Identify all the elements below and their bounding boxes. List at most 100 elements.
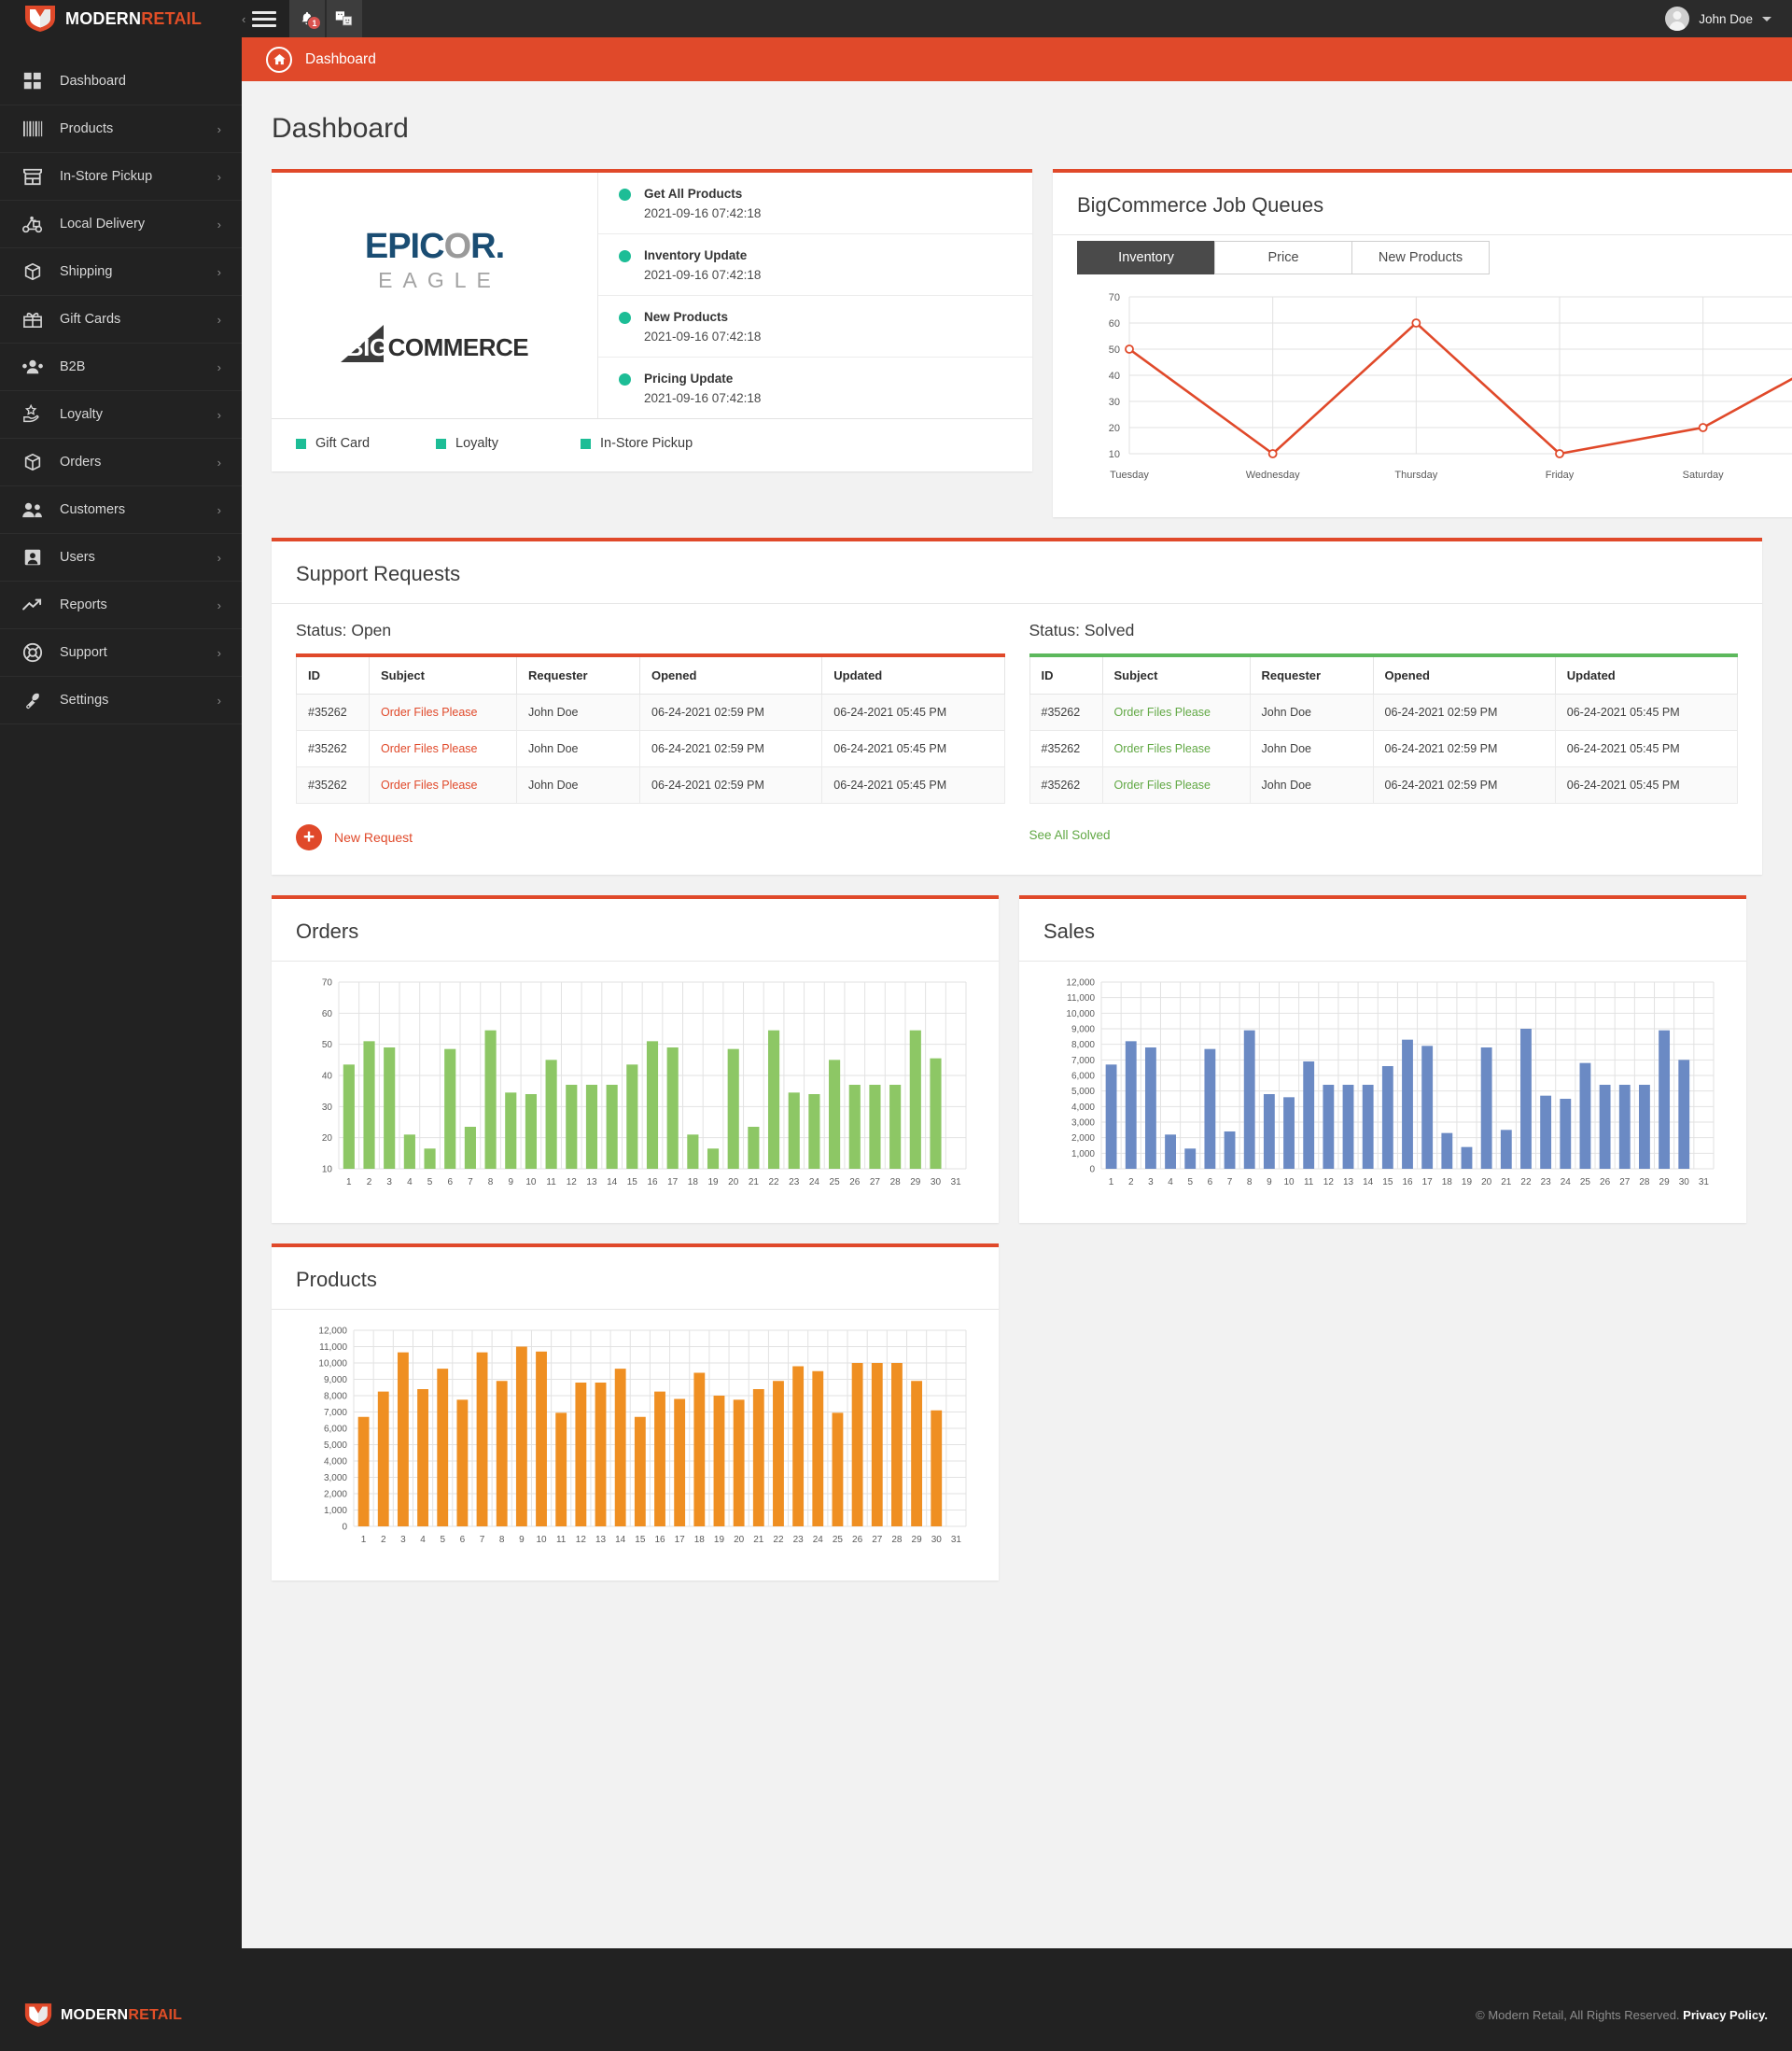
- user-menu[interactable]: John Doe: [1665, 0, 1792, 37]
- cell-subject[interactable]: Order Files Please: [369, 730, 517, 767]
- sidebar-item-label: In-Store Pickup: [60, 169, 153, 184]
- sidebar-item-b2b[interactable]: B2B ›: [0, 344, 242, 391]
- sidebar-item-users[interactable]: Users ›: [0, 534, 242, 582]
- subject-link[interactable]: Order Files Please: [1114, 706, 1211, 719]
- sidebar-item-products[interactable]: Products ›: [0, 105, 242, 153]
- chevron-right-icon[interactable]: ›: [217, 266, 221, 278]
- subject-link[interactable]: Order Files Please: [381, 706, 478, 719]
- cell-subject[interactable]: Order Files Please: [1101, 694, 1251, 731]
- svg-text:22: 22: [769, 1177, 780, 1187]
- chevron-right-icon[interactable]: ›: [217, 314, 221, 326]
- sidebar-item-gift-cards[interactable]: Gift Cards ›: [0, 296, 242, 344]
- subject-link[interactable]: Order Files Please: [1114, 779, 1211, 792]
- sidebar-item-dashboard[interactable]: Dashboard: [0, 58, 242, 105]
- chevron-right-icon[interactable]: ›: [217, 409, 221, 421]
- svg-text:2,000: 2,000: [324, 1490, 347, 1500]
- cell-subject[interactable]: Order Files Please: [369, 694, 517, 731]
- sidebar-item-in-store-pickup[interactable]: In-Store Pickup ›: [0, 153, 242, 201]
- table-header-row: ID Subject Requester Opened Updated: [296, 654, 1005, 695]
- sidebar-item-support[interactable]: Support ›: [0, 629, 242, 677]
- svg-text:10: 10: [1283, 1177, 1295, 1187]
- svg-text:2: 2: [367, 1177, 372, 1187]
- apps-button[interactable]: [327, 0, 363, 37]
- gift-icon: [21, 307, 45, 331]
- products-title: Products: [272, 1247, 999, 1310]
- legend-item-in-store-pickup: In-Store Pickup: [581, 436, 693, 451]
- collapse-chevron-icon[interactable]: ‹: [242, 13, 245, 25]
- sidebar-item-local-delivery[interactable]: Local Delivery ›: [0, 201, 242, 248]
- legend-swatch: [436, 438, 446, 449]
- svg-text:20: 20: [734, 1535, 745, 1545]
- sidebar-item-shipping[interactable]: Shipping ›: [0, 248, 242, 296]
- svg-text:14: 14: [1363, 1177, 1374, 1187]
- sidebar-item-orders[interactable]: Orders ›: [0, 439, 242, 486]
- sidebar-item-loyalty[interactable]: Loyalty ›: [0, 391, 242, 439]
- barcode-icon: [21, 117, 45, 141]
- hamburger-icon[interactable]: [252, 10, 277, 27]
- status-dot-icon: [619, 373, 631, 386]
- chevron-right-icon[interactable]: ›: [217, 504, 221, 516]
- job-status-row: New Products 2021-09-16 07:42:18: [598, 296, 1032, 358]
- user-name-label: John Doe: [1699, 11, 1753, 26]
- table-row: #35262 Order Files Please John Doe 06-24-20…: [296, 766, 1005, 804]
- svg-text:70: 70: [322, 978, 333, 989]
- sidebar-item-label: Customers: [60, 502, 126, 517]
- svg-text:31: 31: [951, 1535, 962, 1545]
- svg-text:10: 10: [536, 1535, 547, 1545]
- home-icon[interactable]: [266, 46, 292, 73]
- svg-text:10: 10: [322, 1165, 333, 1175]
- job-timestamp: 2021-09-16 07:42:18: [644, 330, 762, 344]
- app-logo[interactable]: MODERNRETAIL: [0, 0, 242, 37]
- svg-text:10: 10: [525, 1177, 537, 1187]
- sidebar-item-reports[interactable]: Reports ›: [0, 582, 242, 629]
- bar-chart-products: 0 1,000 2,000 3,000 4,000 5,000 6,000 7,000 8,00…: [318, 1327, 967, 1545]
- svg-text:3: 3: [400, 1535, 406, 1545]
- sidebar-item-settings[interactable]: Settings ›: [0, 677, 242, 724]
- chevron-right-icon[interactable]: ›: [217, 457, 221, 469]
- chevron-right-icon[interactable]: ›: [217, 552, 221, 564]
- new-request-button[interactable]: + New Request: [296, 824, 1005, 850]
- people-icon: [21, 498, 45, 522]
- svg-text:9: 9: [1267, 1177, 1272, 1187]
- notifications-button[interactable]: 1: [289, 0, 326, 37]
- svg-text:9,000: 9,000: [1071, 1025, 1095, 1035]
- see-all-solved-link[interactable]: See All Solved: [1029, 828, 1111, 842]
- cell-subject[interactable]: Order Files Please: [1101, 766, 1251, 804]
- chevron-right-icon[interactable]: ›: [217, 218, 221, 231]
- cell-updated: 06-24-2021 05:45 PM: [1554, 766, 1739, 804]
- chevron-right-icon[interactable]: ›: [217, 171, 221, 183]
- subject-link[interactable]: Order Files Please: [381, 742, 478, 755]
- orders-title: Orders: [272, 899, 999, 962]
- subject-link[interactable]: Order Files Please: [1114, 742, 1211, 755]
- svg-text:15: 15: [627, 1177, 638, 1187]
- svg-text:4: 4: [420, 1535, 426, 1545]
- svg-text:8: 8: [499, 1535, 505, 1545]
- svg-text:60: 60: [1109, 318, 1120, 330]
- cell-subject[interactable]: Order Files Please: [1101, 730, 1251, 767]
- svg-text:28: 28: [891, 1535, 903, 1545]
- svg-text:7,000: 7,000: [324, 1408, 347, 1418]
- breadcrumb-label[interactable]: Dashboard: [305, 51, 376, 68]
- svg-text:Wednesday: Wednesday: [1246, 470, 1300, 481]
- modern-retail-shield-icon: [24, 5, 56, 33]
- sidebar-item-customers[interactable]: Customers ›: [0, 486, 242, 534]
- bigcommerce-logo-part2: COMMERCE: [387, 333, 529, 361]
- tab-new-products[interactable]: New Products: [1351, 241, 1490, 274]
- subject-link[interactable]: Order Files Please: [381, 779, 478, 792]
- svg-text:6: 6: [447, 1177, 453, 1187]
- table-body: #35262 Order Files Please John Doe 06-24-20…: [296, 694, 1005, 804]
- column-header-id: ID: [296, 654, 370, 695]
- support-solved-status-label: Status: Solved: [1029, 621, 1135, 639]
- privacy-policy-link[interactable]: Privacy Policy.: [1683, 2008, 1768, 2022]
- svg-text:3: 3: [1148, 1177, 1154, 1187]
- tab-price[interactable]: Price: [1214, 241, 1352, 274]
- chevron-down-icon[interactable]: [1762, 16, 1771, 21]
- cell-subject[interactable]: Order Files Please: [369, 766, 517, 804]
- chevron-right-icon[interactable]: ›: [217, 361, 221, 373]
- svg-text:1: 1: [1109, 1177, 1114, 1187]
- chevron-right-icon[interactable]: ›: [217, 695, 221, 707]
- chevron-right-icon[interactable]: ›: [217, 599, 221, 611]
- tab-inventory[interactable]: Inventory: [1077, 241, 1215, 274]
- chevron-right-icon[interactable]: ›: [217, 647, 221, 659]
- chevron-right-icon[interactable]: ›: [217, 123, 221, 135]
